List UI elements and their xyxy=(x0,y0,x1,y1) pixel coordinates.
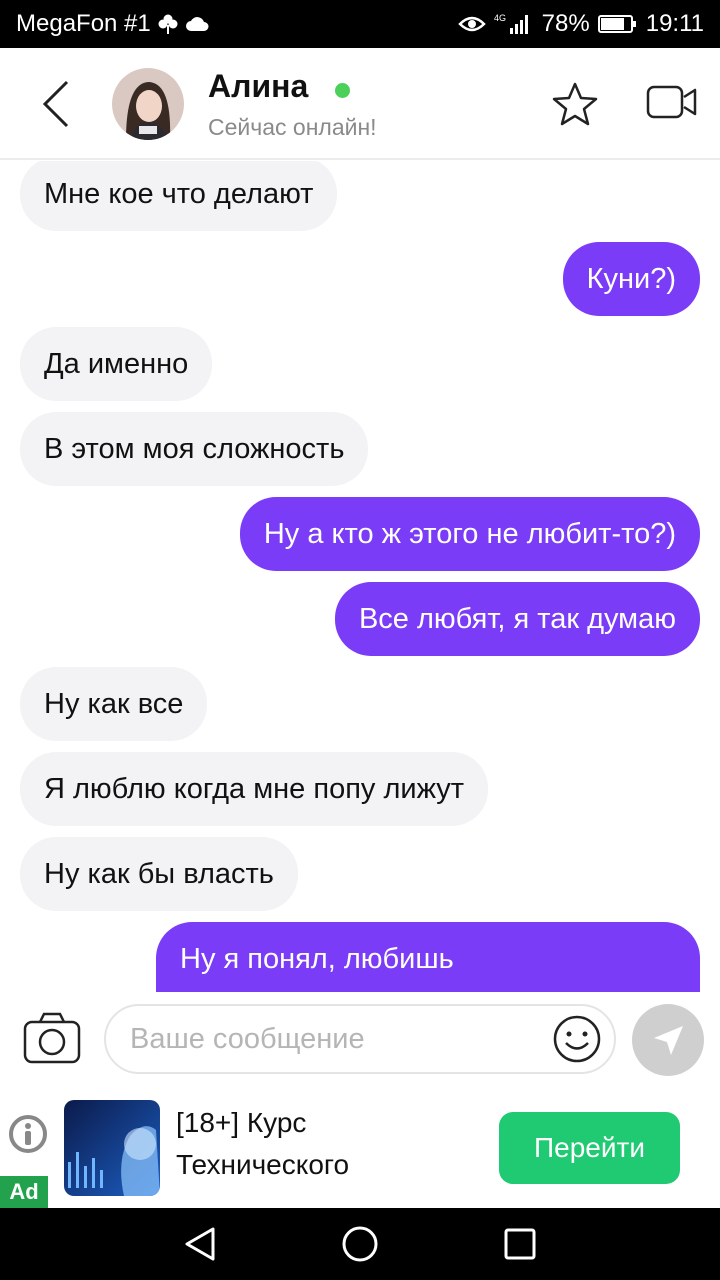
message-incoming[interactable]: Я люблю когда мне попу лижут xyxy=(20,752,489,826)
message-list[interactable]: Мне кое что делают Куни?) Да именно В эт… xyxy=(0,161,720,992)
send-icon xyxy=(654,1026,683,1055)
camera-button[interactable] xyxy=(22,1010,82,1066)
carrier-name: MegaFon #1 xyxy=(16,10,151,37)
battery-percent: 78% xyxy=(541,10,590,37)
clover-icon xyxy=(157,13,179,35)
ad-cta-button[interactable]: Перейти xyxy=(499,1112,680,1184)
message-incoming[interactable]: Ну как бы власть xyxy=(20,837,298,911)
message-outgoing[interactable]: Ну а кто ж этого не любит-то?) xyxy=(239,497,700,571)
battery-icon xyxy=(597,14,638,34)
message-incoming[interactable]: Ну как все xyxy=(20,667,208,741)
chat-header: Алина Сейчас онлайн! xyxy=(0,48,720,160)
avatar[interactable] xyxy=(112,68,184,140)
signal-icon: 4G xyxy=(494,12,534,36)
nav-home-button[interactable] xyxy=(338,1222,382,1266)
smiley-icon xyxy=(553,1015,601,1063)
send-button[interactable] xyxy=(632,1004,704,1076)
back-button[interactable] xyxy=(30,74,82,134)
emoji-button[interactable] xyxy=(552,1014,602,1064)
ad-banner[interactable]: Ad [18+] Курс Технического Перейти xyxy=(0,1084,720,1208)
nav-home-icon xyxy=(342,1226,378,1262)
message-input[interactable] xyxy=(104,1004,616,1074)
cloud-icon xyxy=(185,16,209,32)
nav-back-icon xyxy=(185,1227,215,1261)
video-camera-icon xyxy=(646,85,697,119)
video-call-button[interactable] xyxy=(646,84,698,124)
eye-icon xyxy=(457,14,486,34)
message-outgoing[interactable]: Все любят, я так думаю xyxy=(334,582,700,656)
message-incoming[interactable]: Мне кое что делают xyxy=(20,161,338,231)
ad-title[interactable]: [18+] Курс Технического xyxy=(176,1102,486,1186)
contact-name: Алина xyxy=(208,68,309,104)
nav-recents-icon xyxy=(504,1228,536,1260)
message-outgoing[interactable]: Ну я понял, любишь xyxy=(156,922,700,992)
status-bar: MegaFon #1 4G 78% 19:11 xyxy=(0,0,720,48)
svg-text:4G: 4G xyxy=(494,13,506,23)
favorite-button[interactable] xyxy=(552,82,600,128)
ad-label: Ad xyxy=(0,1176,48,1208)
back-arrow-icon xyxy=(42,80,69,128)
nav-back-button[interactable] xyxy=(178,1222,222,1266)
message-outgoing[interactable]: Куни?) xyxy=(562,242,700,316)
nav-recents-button[interactable] xyxy=(498,1222,542,1266)
clock: 19:11 xyxy=(645,10,704,37)
message-incoming[interactable]: В этом моя сложность xyxy=(20,412,369,486)
contact-status: Сейчас онлайн! xyxy=(208,114,377,140)
online-indicator xyxy=(335,83,350,98)
system-nav-bar xyxy=(0,1208,720,1280)
star-icon xyxy=(552,82,598,126)
message-incoming[interactable]: Да именно xyxy=(20,327,213,401)
composer xyxy=(0,992,720,1084)
camera-icon xyxy=(23,1012,81,1064)
chat-screen: MegaFon #1 4G 78% 19:11 Алина Сейчас онл… xyxy=(0,0,720,1280)
info-icon[interactable] xyxy=(8,1114,48,1154)
ad-image[interactable] xyxy=(64,1100,160,1196)
